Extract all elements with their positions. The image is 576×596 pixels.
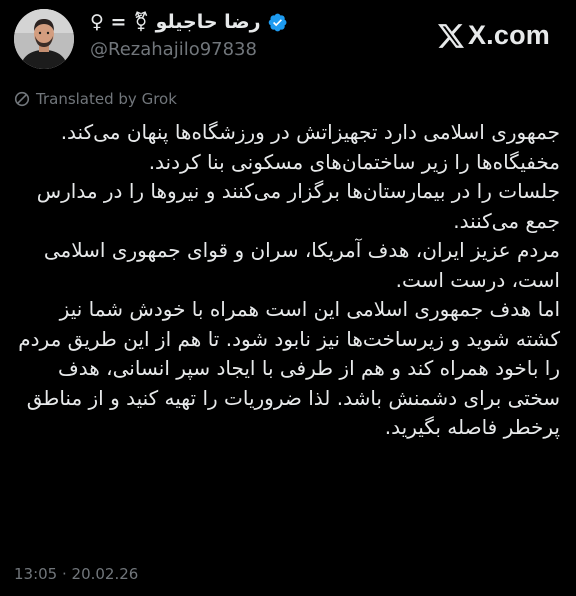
- post-body: جمهوری اسلامی دارد تجهیزاتش در ورزشگاه‌ه…: [14, 118, 560, 443]
- author-block: رضا حاجیلو ⚧ = ♀ @Rezahajilo97838: [90, 8, 300, 60]
- post-body-paragraph: مردم عزیز ایران، هدف آمریکا، سران و قوای…: [43, 238, 560, 292]
- grok-icon: [14, 91, 30, 107]
- translation-label: Translated by Grok: [36, 90, 177, 108]
- post-card: رضا حاجیلو ⚧ = ♀ @Rezahajilo97838 X.com …: [0, 0, 576, 596]
- avatar[interactable]: [14, 9, 74, 69]
- post-body-paragraph: جمهوری اسلامی دارد تجهیزاتش در ورزشگاه‌ه…: [60, 120, 560, 144]
- author-name-row: رضا حاجیلو ⚧ = ♀: [90, 8, 300, 36]
- author-handle[interactable]: @Rezahajilo97838: [90, 39, 300, 60]
- brand-text: X.com: [467, 20, 550, 50]
- post-body-paragraph: مخفیگاه‌ها را زیر ساختمان‌های مسکونی بنا…: [148, 149, 560, 174]
- author-display-name[interactable]: رضا حاجیلو ⚧ = ♀: [90, 11, 261, 33]
- verified-badge-icon: [268, 13, 287, 31]
- post-body-paragraph: جلسات را در بیمارستان‌ها برگزار می‌کنند …: [36, 179, 560, 233]
- profile-photo: [14, 9, 74, 69]
- post-body-paragraph: اما هدف جمهوری اسلامی این است همراه با خ…: [18, 297, 560, 439]
- x-logo-icon: [437, 23, 464, 48]
- translation-notice[interactable]: Translated by Grok: [14, 90, 177, 108]
- brand-mark: X.com: [437, 20, 550, 51]
- post-timestamp[interactable]: 13:05 · 20.02.26: [14, 565, 138, 583]
